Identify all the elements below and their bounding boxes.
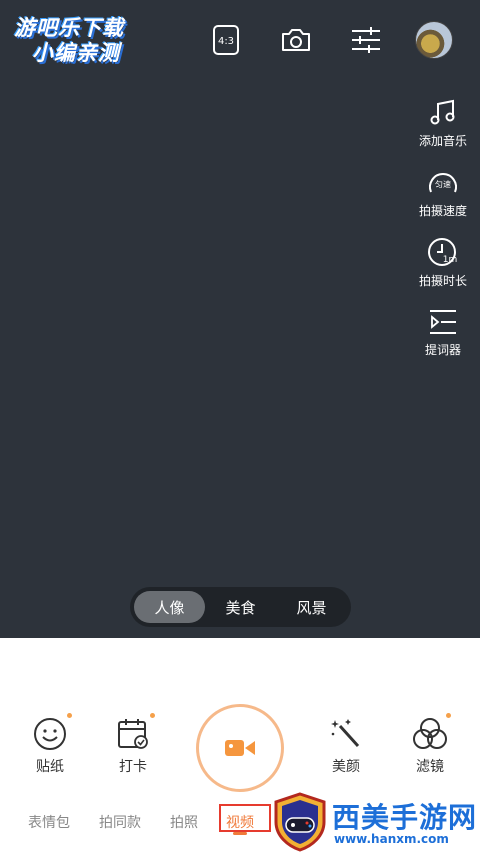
tab-meme[interactable]: 表情包 [28,812,70,832]
mode-food[interactable]: 美食 [205,591,276,623]
settings-button[interactable] [348,22,384,58]
scene-mode-switch: 人像 美食 风景 [130,587,351,627]
gamepad-shield-icon [274,792,326,852]
filter-button[interactable]: 滤镜 [400,716,460,776]
mode-portrait[interactable]: 人像 [134,591,205,623]
aspect-ratio-button[interactable]: 4:3 [208,22,244,58]
speed-badge: 匀速 [435,179,451,189]
switch-camera-button[interactable] [278,22,314,58]
checkin-button[interactable]: 打卡 [103,716,163,776]
teleprompter-button[interactable]: 提词器 [410,307,476,358]
shooting-duration-button[interactable]: 1m 拍摄时长 [410,236,476,289]
ratio-label: 4:3 [218,36,234,47]
smiley-icon [34,718,66,750]
record-button[interactable] [196,704,284,792]
shooting-speed-label: 拍摄速度 [418,204,467,218]
checkin-label: 打卡 [119,759,147,775]
sticker-label: 贴纸 [36,759,64,775]
video-camera-icon [225,740,255,756]
settings-sliders-icon [352,27,380,53]
filter-label: 滤镜 [416,759,444,775]
filter-circles-icon [413,718,447,749]
watermark-site: 西美手游网 www.hanxm.com [272,792,480,853]
watermark-site-url: www.hanxm.com [334,832,449,846]
tab-photo[interactable]: 拍照 [170,812,198,832]
mode-landscape[interactable]: 风景 [276,591,347,623]
magic-wand-icon [331,719,360,748]
music-note-icon [430,99,455,125]
beauty-label: 美颜 [332,759,360,775]
duration-badge: 1m [443,255,458,265]
add-music-button[interactable]: 添加音乐 [410,98,476,149]
add-music-label: 添加音乐 [418,134,467,148]
watermark-logo: 游吧乐下载 小编亲测 [10,12,150,66]
duration-clock-icon: 1m [428,238,458,266]
watermark-site-title: 西美手游网 [332,801,478,834]
speed-icon: 匀速 [429,173,457,193]
checkin-new-dot [150,713,155,718]
user-avatar[interactable] [415,21,453,59]
highlight-box [219,804,271,832]
beauty-button[interactable]: 美颜 [316,716,376,776]
sticker-button[interactable]: 贴纸 [20,716,80,776]
filter-new-dot [446,713,451,718]
aspect-ratio-icon: 4:3 [213,25,239,55]
active-tab-indicator [233,832,247,835]
sticker-new-dot [67,713,72,718]
camera-viewfinder[interactable] [0,0,480,638]
shooting-speed-button[interactable]: 匀速 拍摄速度 [410,168,476,219]
teleprompter-icon [430,310,456,334]
shooting-duration-label: 拍摄时长 [418,274,467,288]
teleprompter-label: 提词器 [424,343,461,357]
watermark-line-2: 小编亲测 [32,41,120,65]
switch-camera-icon [282,29,310,51]
tab-same-style[interactable]: 拍同款 [99,812,141,832]
calendar-check-icon [118,719,148,749]
